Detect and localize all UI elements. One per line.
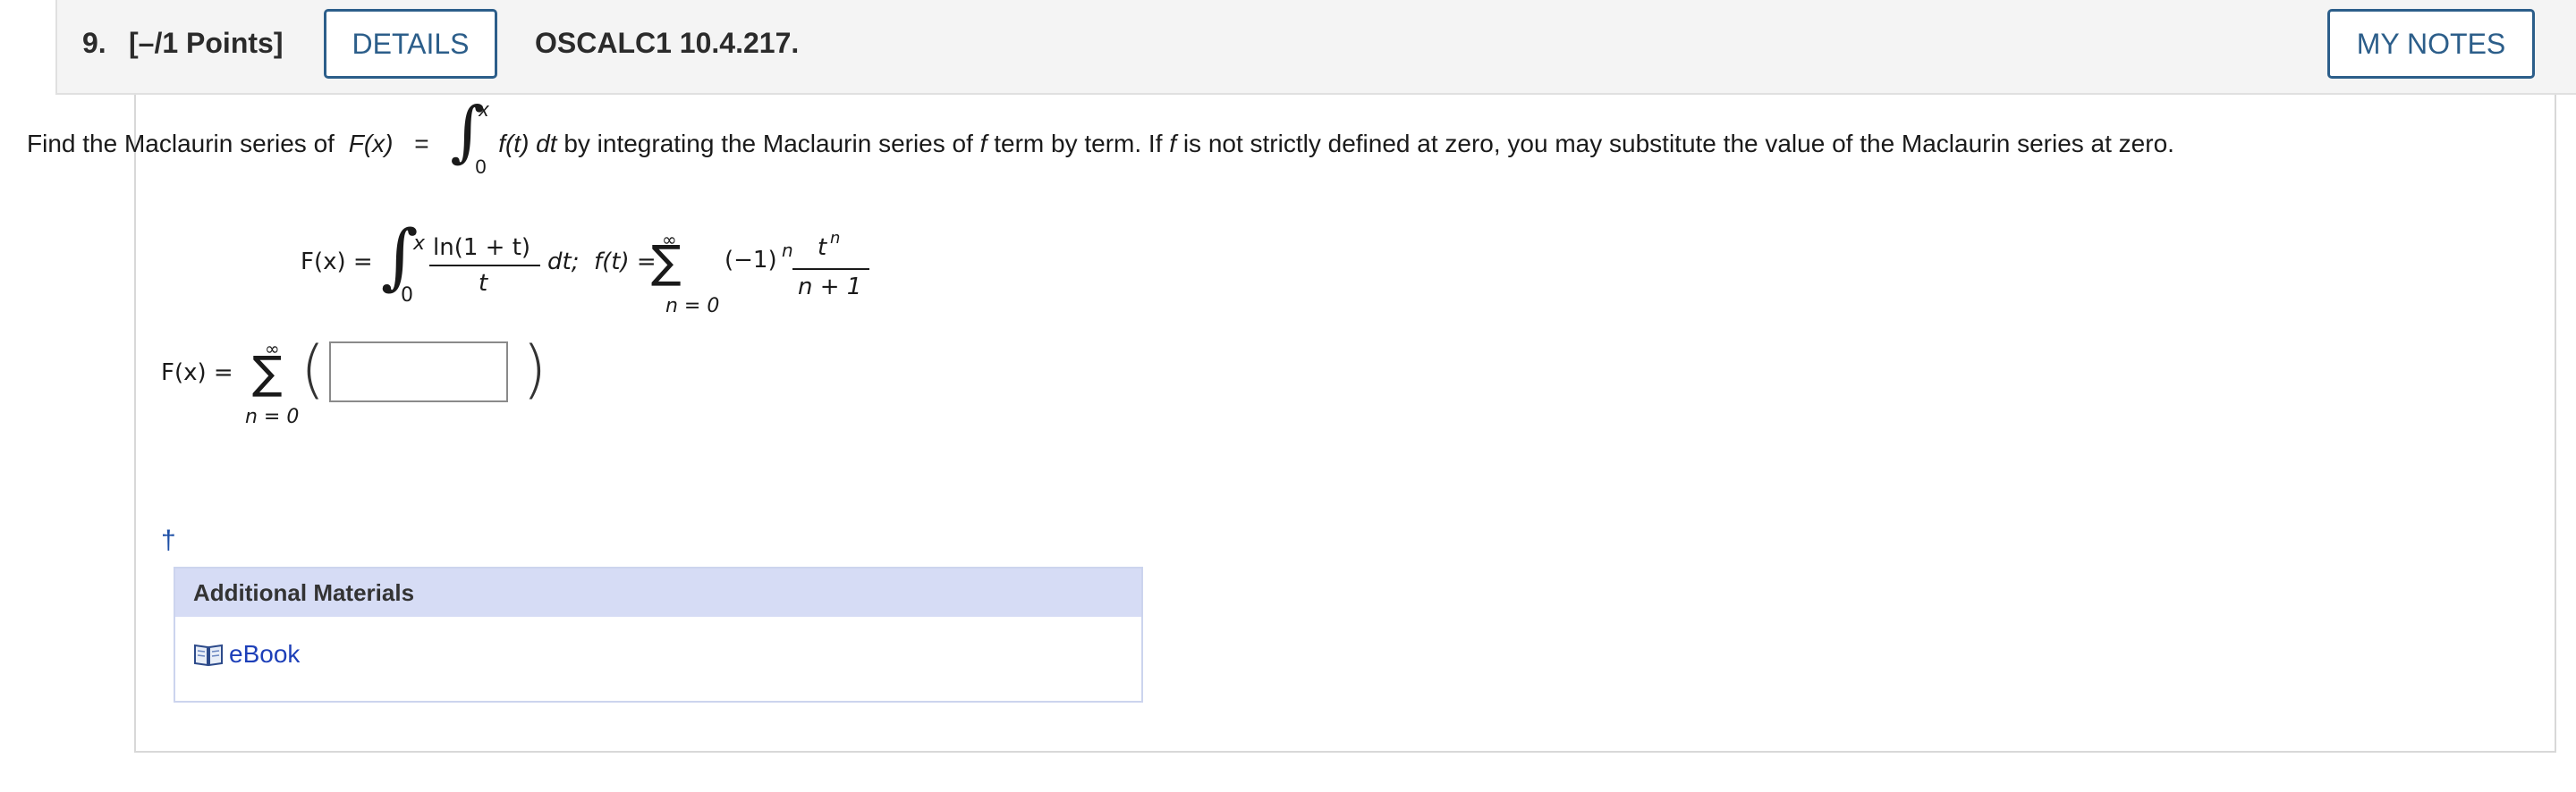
prompt-lower-limit: 0 <box>475 156 487 178</box>
given-fraction-bar <box>429 265 540 266</box>
additional-materials-box: Additional Materials eBook <box>174 567 1143 703</box>
prompt-fx: F(x) <box>348 130 394 157</box>
prompt-f-2: f <box>1169 130 1177 157</box>
prompt-text-start: Find the Maclaurin series of <box>27 130 335 157</box>
prompt-upper-limit: x <box>479 98 489 121</box>
question-number: 9. <box>82 27 106 59</box>
question-prompt: Find the Maclaurin series of F(x) = ∫ x … <box>27 93 2174 178</box>
answer-sum-bottom: n = 0 <box>245 406 300 428</box>
additional-materials-title: Additional Materials <box>175 569 1141 617</box>
left-paren: ( <box>301 333 326 406</box>
given-frac-denominator: n + 1 <box>798 274 862 300</box>
given-denominator: t <box>479 270 488 297</box>
answer-input[interactable] <box>329 341 508 402</box>
prompt-integral: ∫ x 0 <box>450 93 491 178</box>
given-term: (−1) <box>724 247 777 274</box>
given-frac-numerator: t <box>818 234 827 261</box>
details-button[interactable]: DETAILS <box>324 9 497 79</box>
answer-sigma-icon: ∑ <box>252 347 283 399</box>
prompt-f: f <box>979 130 987 157</box>
prompt-eq: = <box>414 130 429 157</box>
right-paren: ) <box>522 333 547 406</box>
answer-lhs: F(x) = <box>161 359 233 386</box>
question-code: OSCALC1 10.4.217. <box>535 27 800 59</box>
given-separator: dt; f(t) = <box>547 249 657 275</box>
ebook-link[interactable]: eBook <box>193 640 300 669</box>
prompt-text-end: is not strictly defined at zero, you may… <box>1182 130 2174 157</box>
my-notes-button[interactable]: MY NOTES <box>2327 9 2535 79</box>
given-sum-bottom: n = 0 <box>665 295 720 317</box>
given-sigma-icon: ∑ <box>651 236 682 288</box>
ebook-label: eBook <box>229 640 301 668</box>
question-points: [–/1 Points] <box>129 27 284 59</box>
question-header: 9. [–/1 Points] DETAILS OSCALC1 10.4.217… <box>55 0 2576 95</box>
given-lower-limit: 0 <box>401 284 413 307</box>
given-upper-limit: x <box>413 232 426 255</box>
prompt-text-mid2: term by term. If <box>994 130 1170 157</box>
given-numerator: ln(1 + t) <box>433 234 531 261</box>
prompt-text-mid: by integrating the Maclaurin series of <box>564 130 980 157</box>
prompt-integrand: f(t) dt <box>498 130 557 157</box>
given-frac-numerator-exp: n <box>830 229 841 248</box>
given-lhs: F(x) = <box>301 249 373 275</box>
given-frac-bar <box>792 268 869 270</box>
given-term-exp: n <box>782 240 793 261</box>
book-icon <box>193 642 224 667</box>
dagger-marker: † <box>161 526 176 555</box>
